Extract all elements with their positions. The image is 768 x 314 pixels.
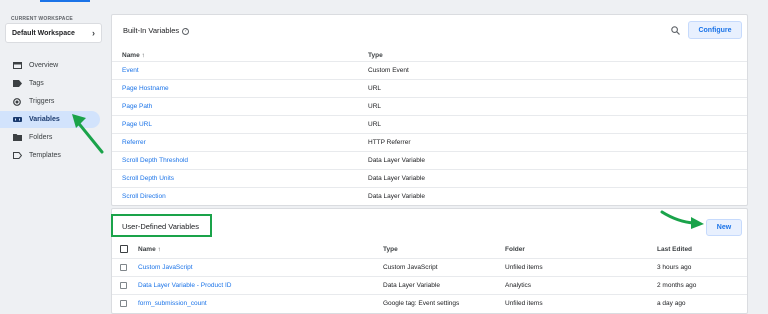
folder-icon — [12, 134, 22, 142]
row-checkbox[interactable] — [120, 282, 127, 289]
annotation-arrow-icon — [660, 210, 704, 229]
table-row: Data Layer Variable - Product ID Data La… — [112, 276, 747, 294]
workspace-selector[interactable]: Default Workspace › — [5, 23, 102, 43]
variable-type: HTTP Referrer — [368, 139, 411, 146]
table-row: Custom JavaScript Custom JavaScript Unfi… — [112, 258, 747, 276]
variable-name-link[interactable]: Scroll Depth Threshold — [122, 152, 188, 169]
variable-name-link[interactable]: form_submission_count — [138, 295, 207, 312]
table-row: Scroll Direction Data Layer Variable — [112, 187, 747, 205]
row-checkbox[interactable] — [120, 264, 127, 271]
variable-name-link[interactable]: Event — [122, 62, 139, 79]
highlight-box — [111, 214, 212, 237]
variable-name-link[interactable]: Page URL — [122, 116, 152, 133]
select-all-checkbox[interactable] — [120, 245, 128, 253]
annotation-arrow-icon — [72, 114, 104, 154]
table-row: Scroll Depth Units Data Layer Variable — [112, 169, 747, 187]
column-header-name[interactable]: Name ↑ — [138, 241, 161, 257]
variable-folder: Analytics — [505, 282, 532, 289]
table-row: Page Hostname URL — [112, 79, 747, 97]
variable-last-edited: a day ago — [657, 300, 686, 307]
variable-name-link[interactable]: Scroll Depth Units — [122, 170, 174, 187]
trigger-icon — [12, 97, 22, 106]
sidebar-item-label: Tags — [29, 80, 44, 87]
template-icon — [12, 152, 22, 160]
variables-icon — [12, 116, 22, 124]
builtin-variables-panel: Built-In Variables? Configure Name ↑ Typ… — [111, 14, 748, 206]
column-header-folder: Folder — [505, 245, 525, 253]
variable-folder: Unfiled items — [505, 264, 543, 271]
variable-type: Data Layer Variable — [368, 193, 425, 200]
variable-type: URL — [368, 103, 382, 110]
variable-type: Data Layer Variable — [368, 175, 425, 182]
tag-icon — [12, 80, 22, 88]
table-row: Referrer HTTP Referrer — [112, 133, 747, 151]
table-row: form_submission_count Google tag: Event … — [112, 294, 747, 312]
variable-last-edited: 2 months ago — [657, 282, 697, 289]
variable-type: Custom JavaScript — [383, 264, 438, 271]
sidebar-item-label: Templates — [29, 152, 61, 159]
variable-name-link[interactable]: Referrer — [122, 134, 146, 151]
new-variable-button[interactable]: New — [706, 219, 742, 236]
sidebar-item-overview[interactable]: Overview — [0, 57, 100, 74]
row-checkbox[interactable] — [120, 300, 127, 307]
variable-type: URL — [368, 121, 382, 128]
variable-name-link[interactable]: Custom JavaScript — [138, 259, 193, 276]
workspace-name: Default Workspace — [12, 29, 75, 37]
variable-name-link[interactable]: Data Layer Variable - Product ID — [138, 277, 231, 294]
variable-name-link[interactable]: Scroll Direction — [122, 188, 166, 205]
sidebar-item-tags[interactable]: Tags — [0, 75, 100, 92]
table-row: Page URL URL — [112, 115, 747, 133]
configure-button[interactable]: Configure — [688, 21, 742, 39]
variable-type: Custom Event — [368, 67, 409, 74]
sidebar: CURRENT WORKSPACE Default Workspace › Ov… — [0, 0, 104, 314]
variable-folder: Unfiled items — [505, 300, 543, 307]
search-icon[interactable] — [671, 26, 680, 35]
variable-last-edited: 3 hours ago — [657, 264, 692, 271]
sidebar-item-label: Overview — [29, 62, 59, 69]
sidebar-item-label: Folders — [29, 134, 53, 141]
workspace-label: CURRENT WORKSPACE — [11, 16, 73, 22]
table-row: Event Custom Event — [112, 61, 747, 79]
variable-type: Data Layer Variable — [368, 157, 425, 164]
variable-type: Google tag: Event settings — [383, 300, 460, 307]
chevron-right-icon: › — [92, 28, 95, 38]
variable-name-link[interactable]: Page Hostname — [122, 80, 169, 97]
table-row: Scroll Depth Threshold Data Layer Variab… — [112, 151, 747, 169]
table-header: Name ↑ Type Folder Last Edited — [112, 241, 747, 257]
builtin-title: Built-In Variables? — [123, 26, 190, 35]
variable-type: Data Layer Variable — [383, 282, 440, 289]
variable-type: URL — [368, 85, 382, 92]
overview-icon — [12, 62, 22, 70]
sidebar-item-label: Variables — [29, 116, 60, 123]
column-header-last-edited: Last Edited — [657, 245, 693, 253]
help-icon[interactable]: ? — [182, 27, 190, 35]
column-header-type: Type — [383, 245, 398, 253]
table-row: Page Path URL — [112, 97, 747, 115]
sidebar-item-label: Triggers — [29, 98, 55, 105]
variable-name-link[interactable]: Page Path — [122, 98, 152, 115]
